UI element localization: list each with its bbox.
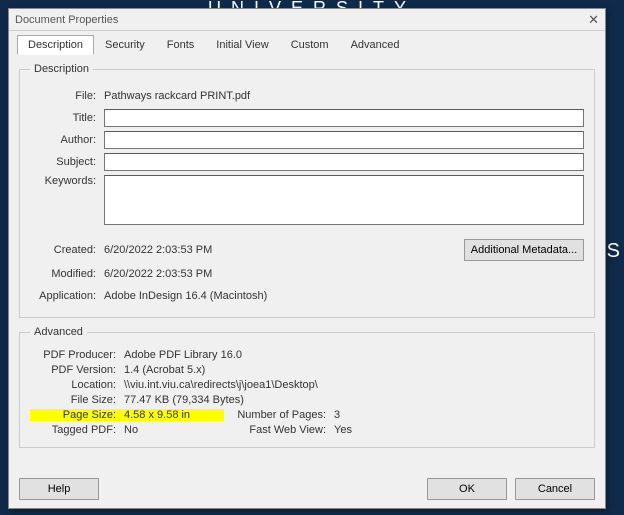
- advanced-legend: Advanced: [30, 326, 87, 338]
- help-button[interactable]: Help: [19, 478, 99, 500]
- producer-value: Adobe PDF Library 16.0: [124, 349, 304, 361]
- tab-description[interactable]: Description: [17, 35, 94, 55]
- location-label: Location:: [30, 379, 124, 391]
- author-label: Author:: [30, 134, 104, 146]
- tab-fonts[interactable]: Fonts: [156, 35, 206, 55]
- tagged-value: No: [124, 424, 224, 436]
- cancel-button[interactable]: Cancel: [515, 478, 595, 500]
- pages-value: 3: [334, 409, 340, 421]
- fastwebview-value: Yes: [334, 424, 352, 436]
- version-value: 1.4 (Acrobat 5.x): [124, 364, 304, 376]
- filesize-value: 77.47 KB (79,334 Bytes): [124, 394, 304, 406]
- created-value: 6/20/2022 2:03:53 PM: [104, 244, 212, 256]
- tab-initial-view[interactable]: Initial View: [205, 35, 279, 55]
- advanced-group: Advanced PDF Producer: Adobe PDF Library…: [19, 326, 595, 448]
- application-label: Application:: [30, 290, 104, 302]
- description-group: Description File: Pathways rackcard PRIN…: [19, 63, 595, 318]
- producer-label: PDF Producer:: [30, 349, 124, 361]
- subject-label: Subject:: [30, 156, 104, 168]
- subject-field[interactable]: [104, 153, 584, 171]
- author-field[interactable]: [104, 131, 584, 149]
- location-value: \\viu.int.viu.ca\redirects\j\joea1\Deskt…: [124, 379, 318, 391]
- fastwebview-label: Fast Web View:: [224, 424, 334, 436]
- keywords-label: Keywords:: [30, 175, 104, 187]
- filesize-label: File Size:: [30, 394, 124, 406]
- pages-label: Number of Pages:: [224, 409, 334, 421]
- application-value: Adobe InDesign 16.4 (Macintosh): [104, 290, 267, 302]
- keywords-field[interactable]: [104, 175, 584, 225]
- file-value: Pathways rackcard PRINT.pdf: [104, 90, 250, 102]
- document-properties-dialog: Document Properties ✕ Description Securi…: [8, 8, 606, 509]
- titlebar[interactable]: Document Properties ✕: [9, 9, 605, 31]
- description-legend: Description: [30, 63, 93, 75]
- close-icon[interactable]: ✕: [588, 12, 599, 28]
- file-label: File:: [30, 90, 104, 102]
- title-label: Title:: [30, 112, 104, 124]
- background-side-char: S: [607, 240, 620, 263]
- tab-custom[interactable]: Custom: [280, 35, 340, 55]
- tab-advanced[interactable]: Advanced: [340, 35, 411, 55]
- tagged-label: Tagged PDF:: [30, 424, 124, 436]
- version-label: PDF Version:: [30, 364, 124, 376]
- dialog-title: Document Properties: [15, 14, 588, 26]
- tabstrip: Description Security Fonts Initial View …: [9, 31, 605, 55]
- dialog-body: Description File: Pathways rackcard PRIN…: [9, 55, 605, 470]
- modified-label: Modified:: [30, 268, 104, 280]
- dialog-footer: Help OK Cancel: [9, 470, 605, 508]
- created-label: Created:: [30, 244, 104, 256]
- title-field[interactable]: [104, 109, 584, 127]
- ok-button[interactable]: OK: [427, 478, 507, 500]
- tab-security[interactable]: Security: [94, 35, 156, 55]
- additional-metadata-button[interactable]: Additional Metadata...: [464, 239, 584, 261]
- modified-value: 6/20/2022 2:03:53 PM: [104, 268, 212, 280]
- pagesize-label: Page Size:: [30, 409, 124, 421]
- pagesize-value: 4.58 x 9.58 in: [124, 409, 224, 421]
